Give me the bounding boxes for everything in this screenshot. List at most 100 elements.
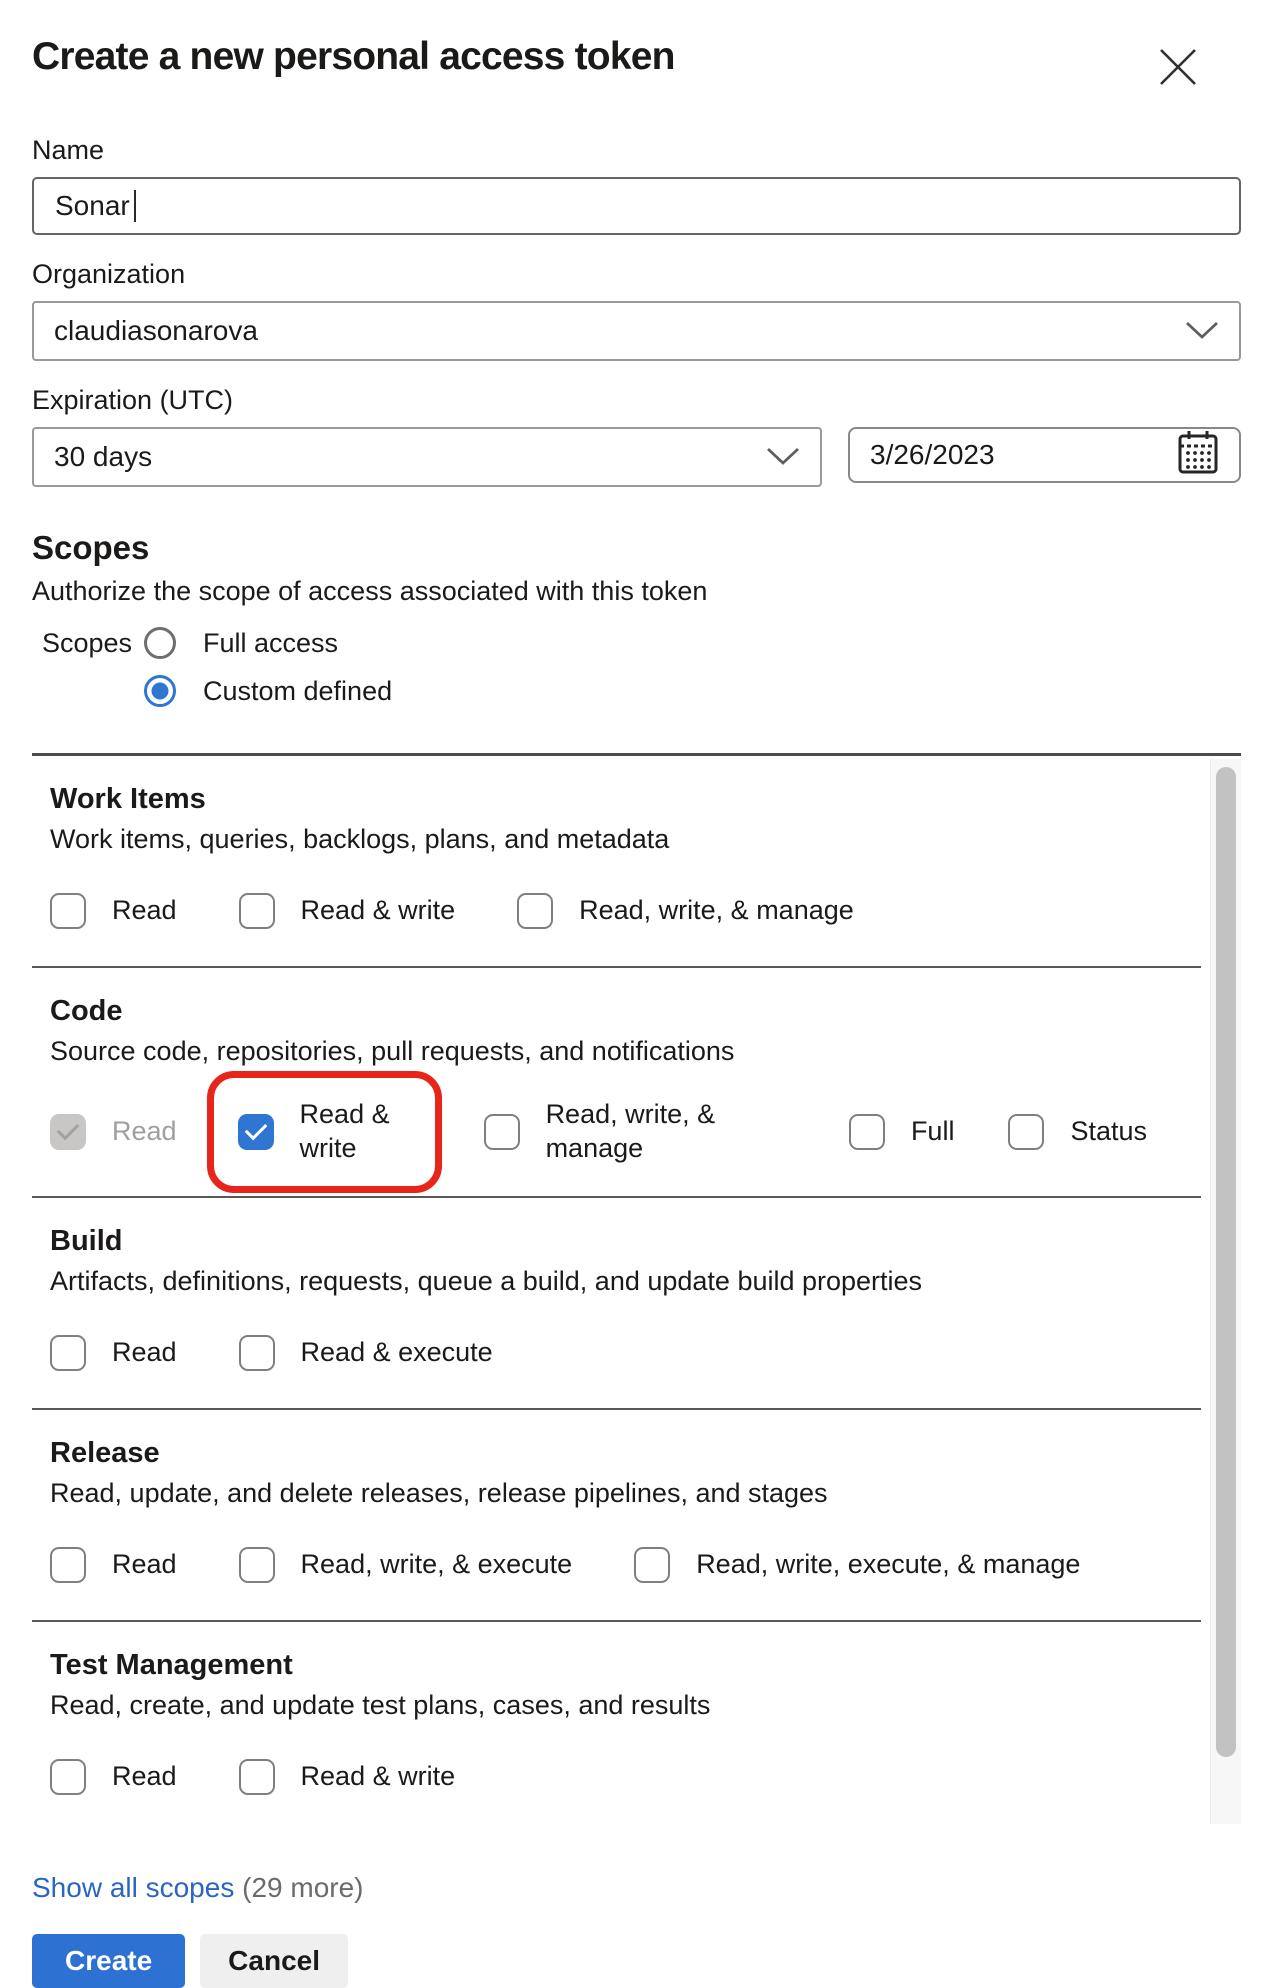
scope-section-code: Code Source code, repositories, pull req… <box>32 968 1201 1198</box>
create-button[interactable]: Create <box>32 1934 185 1988</box>
checkbox-label: Read, write, & manage <box>546 1098 777 1166</box>
checkbox-read-write-manage[interactable] <box>484 1114 520 1150</box>
checkbox-label: Read, write, & execute <box>301 1548 573 1582</box>
checkbox-label: Status <box>1070 1115 1147 1149</box>
checkbox-label: Full <box>911 1115 955 1149</box>
name-label: Name <box>32 135 1241 166</box>
scope-section-title: Test Management <box>50 1649 1201 1682</box>
scope-section-description: Work items, queries, backlogs, plans, an… <box>50 824 1201 855</box>
checkbox-label: Read, write, execute, & manage <box>696 1548 1080 1582</box>
expiration-label: Expiration (UTC) <box>32 385 1241 416</box>
show-all-scopes-row: Show all scopes (29 more) <box>32 1872 1241 1904</box>
scope-section-description: Read, update, and delete releases, relea… <box>50 1478 1201 1509</box>
show-all-scopes-link[interactable]: Show all scopes <box>32 1872 234 1903</box>
checkbox-read-write[interactable] <box>239 1759 275 1795</box>
page-title: Create a new personal access token <box>32 34 675 81</box>
cancel-button[interactable]: Cancel <box>200 1934 348 1988</box>
scope-section-release: Release Read, update, and delete release… <box>32 1410 1201 1622</box>
checkbox-label: Read & write <box>300 1098 411 1166</box>
scope-section-build: Build Artifacts, definitions, requests, … <box>32 1198 1201 1410</box>
organization-select-value: claudiasonarova <box>54 315 258 347</box>
checkbox-read-write-execute[interactable] <box>239 1547 275 1583</box>
checkbox-read-write[interactable] <box>239 893 275 929</box>
checkbox-item-full: Full <box>849 1114 955 1150</box>
checkbox-label: Read <box>112 1548 177 1582</box>
name-input[interactable]: Sonar <box>32 177 1241 235</box>
expiration-duration-select[interactable]: 30 days <box>32 427 822 487</box>
checkbox-item-read: Read <box>50 893 177 929</box>
scrollbar[interactable] <box>1210 759 1241 1824</box>
checkbox-label: Read <box>112 1336 177 1370</box>
checkbox-label: Read & execute <box>301 1336 493 1370</box>
checkbox-item-read-write-execute-manage: Read, write, execute, & manage <box>634 1547 1080 1583</box>
radio-full-access-label: Full access <box>203 628 338 659</box>
checkbox-label: Read, write, & manage <box>579 894 854 928</box>
scopes-panel: Work Items Work items, queries, backlogs… <box>32 753 1241 1824</box>
checkbox-item-read-write-manage: Read, write, & manage <box>484 1098 777 1166</box>
checkbox-item-read-write-manage: Read, write, & manage <box>517 893 854 929</box>
text-caret <box>134 190 136 222</box>
scope-section-description: Artifacts, definitions, requests, queue … <box>50 1266 1201 1297</box>
checkbox-status[interactable] <box>1008 1114 1044 1150</box>
checkbox-full[interactable] <box>849 1114 885 1150</box>
checkbox-read[interactable] <box>50 1759 86 1795</box>
expiration-date-value: 3/26/2023 <box>870 439 995 471</box>
chevron-down-icon <box>766 441 800 473</box>
checkbox-row: Read Read & write Read, write, & manage … <box>50 1098 1201 1166</box>
scope-section-title: Work Items <box>50 783 1201 816</box>
checkbox-item-read-write-execute: Read, write, & execute <box>239 1547 573 1583</box>
scopes-description: Authorize the scope of access associated… <box>32 576 1241 607</box>
checkbox-read-write-manage[interactable] <box>517 893 553 929</box>
scope-section-title: Code <box>50 995 1201 1028</box>
name-input-value: Sonar <box>55 190 130 222</box>
checkbox-row: Read Read & write <box>50 1752 1201 1802</box>
checkbox-item-read: Read <box>50 1759 177 1795</box>
radio-custom-defined[interactable] <box>144 675 176 707</box>
chevron-down-icon <box>1185 315 1219 347</box>
close-button[interactable] <box>1157 46 1199 91</box>
scopes-radio-group-label: Scopes <box>42 628 144 659</box>
expiration-date-input[interactable]: 3/26/2023 <box>848 427 1241 483</box>
checkbox-label: Read <box>112 894 177 928</box>
organization-label: Organization <box>32 259 1241 290</box>
checkbox-read[interactable] <box>50 893 86 929</box>
checkbox-item-read: Read <box>50 1335 177 1371</box>
checkbox-label: Read & write <box>301 1760 456 1794</box>
more-scopes-count: (29 more) <box>242 1872 363 1903</box>
red-annotation-ring: Read & write <box>207 1071 442 1193</box>
scrollbar-thumb[interactable] <box>1216 767 1236 1757</box>
scope-section-test-management: Test Management Read, create, and update… <box>32 1622 1201 1824</box>
checkbox-item-status: Status <box>1008 1114 1147 1150</box>
checkbox-read-write-checked[interactable] <box>238 1114 274 1150</box>
scope-section-title: Release <box>50 1437 1201 1470</box>
checkbox-item-read-disabled: Read <box>50 1114 177 1150</box>
organization-select[interactable]: claudiasonarova <box>32 301 1241 361</box>
checkbox-label: Read <box>112 1115 177 1149</box>
scope-section-description: Source code, repositories, pull requests… <box>50 1036 1201 1067</box>
scope-section-description: Read, create, and update test plans, cas… <box>50 1690 1201 1721</box>
checkbox-item-read-write: Read & write <box>238 1098 411 1166</box>
expiration-row: 30 days 3/26/2023 <box>32 427 1241 487</box>
checkbox-label: Read <box>112 1760 177 1794</box>
scopes-radio-group: Scopes Full access Custom defined <box>32 621 1241 713</box>
checkbox-read-write-execute-manage[interactable] <box>634 1547 670 1583</box>
radio-row-custom-defined: Custom defined <box>144 669 1241 713</box>
checkbox-item-read-write: Read & write <box>239 1759 456 1795</box>
checkbox-read-execute[interactable] <box>239 1335 275 1371</box>
checkbox-item-read: Read <box>50 1547 177 1583</box>
checkbox-label: Read & write <box>301 894 456 928</box>
checkbox-item-read-execute: Read & execute <box>239 1335 493 1371</box>
radio-custom-defined-label: Custom defined <box>203 676 392 707</box>
calendar-icon <box>1177 429 1219 482</box>
checkbox-row: Read Read, write, & execute Read, write,… <box>50 1540 1201 1590</box>
dialog-header: Create a new personal access token <box>32 34 1241 91</box>
radio-row-full-access: Scopes Full access <box>32 621 1241 665</box>
checkbox-read[interactable] <box>50 1335 86 1371</box>
checkbox-read[interactable] <box>50 1547 86 1583</box>
expiration-duration-value: 30 days <box>54 441 152 473</box>
checkbox-row: Read Read & write Read, write, & manage <box>50 886 1201 936</box>
scopes-heading: Scopes <box>32 529 1241 567</box>
scope-section-work-items: Work Items Work items, queries, backlogs… <box>32 756 1201 968</box>
radio-full-access[interactable] <box>144 627 176 659</box>
checkbox-item-read-write: Read & write <box>239 893 456 929</box>
